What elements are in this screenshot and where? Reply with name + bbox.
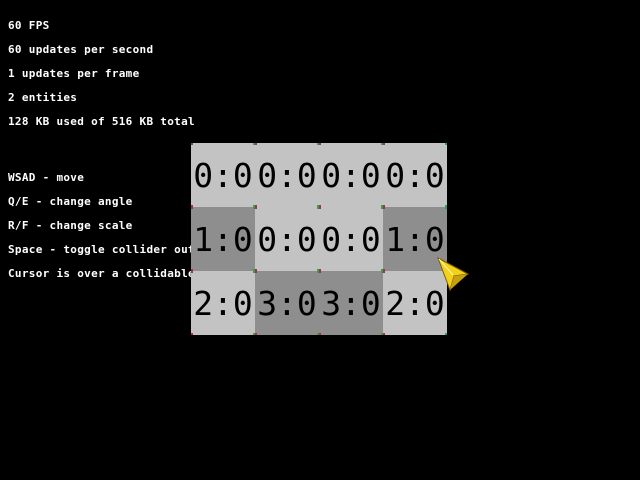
tile-coordinate-label: 3:0 [257, 283, 317, 323]
game-viewport[interactable]: 60 FPS 60 updates per second 1 updates p… [0, 0, 640, 480]
entity-count: 2 entities [8, 91, 78, 104]
tile[interactable]: 2:0 [191, 271, 255, 335]
tile[interactable]: 0:0 [319, 143, 383, 207]
tile[interactable]: 3:0 [255, 271, 319, 335]
tilemap[interactable]: 0:0 0:0 0:0 0:0 1:0 0:0 0:0 1:0 2:0 3:0 3:0 2:0 [191, 143, 447, 335]
tile[interactable]: 0:0 [255, 143, 319, 207]
tile[interactable]: 0:0 [191, 143, 255, 207]
tile[interactable]: 0:0 [383, 143, 447, 207]
tile[interactable]: 0:0 [319, 207, 383, 271]
tile-coordinate-label: 0:0 [257, 219, 317, 259]
tile-coordinate-label: 0:0 [257, 155, 317, 195]
fps-counter: 60 FPS [8, 19, 50, 32]
memory-usage: 128 KB used of 516 KB total [8, 115, 195, 128]
updates-per-second: 60 updates per second [8, 43, 154, 56]
tile[interactable]: 1:0 [191, 207, 255, 271]
tile-coordinate-label: 1:0 [193, 219, 253, 259]
tile[interactable]: 3:0 [319, 271, 383, 335]
tile-coordinate-label: 0:0 [321, 219, 381, 259]
tile-coordinate-label: 0:0 [193, 155, 253, 195]
tile-coordinate-label: 0:0 [385, 155, 445, 195]
tile-coordinate-label: 2:0 [193, 283, 253, 323]
tile[interactable]: 0:0 [255, 207, 319, 271]
arrow-pointer-icon [437, 256, 470, 292]
tile-coordinate-label: 3:0 [321, 283, 381, 323]
tile-coordinate-label: 0:0 [321, 155, 381, 195]
updates-per-frame: 1 updates per frame [8, 67, 140, 80]
